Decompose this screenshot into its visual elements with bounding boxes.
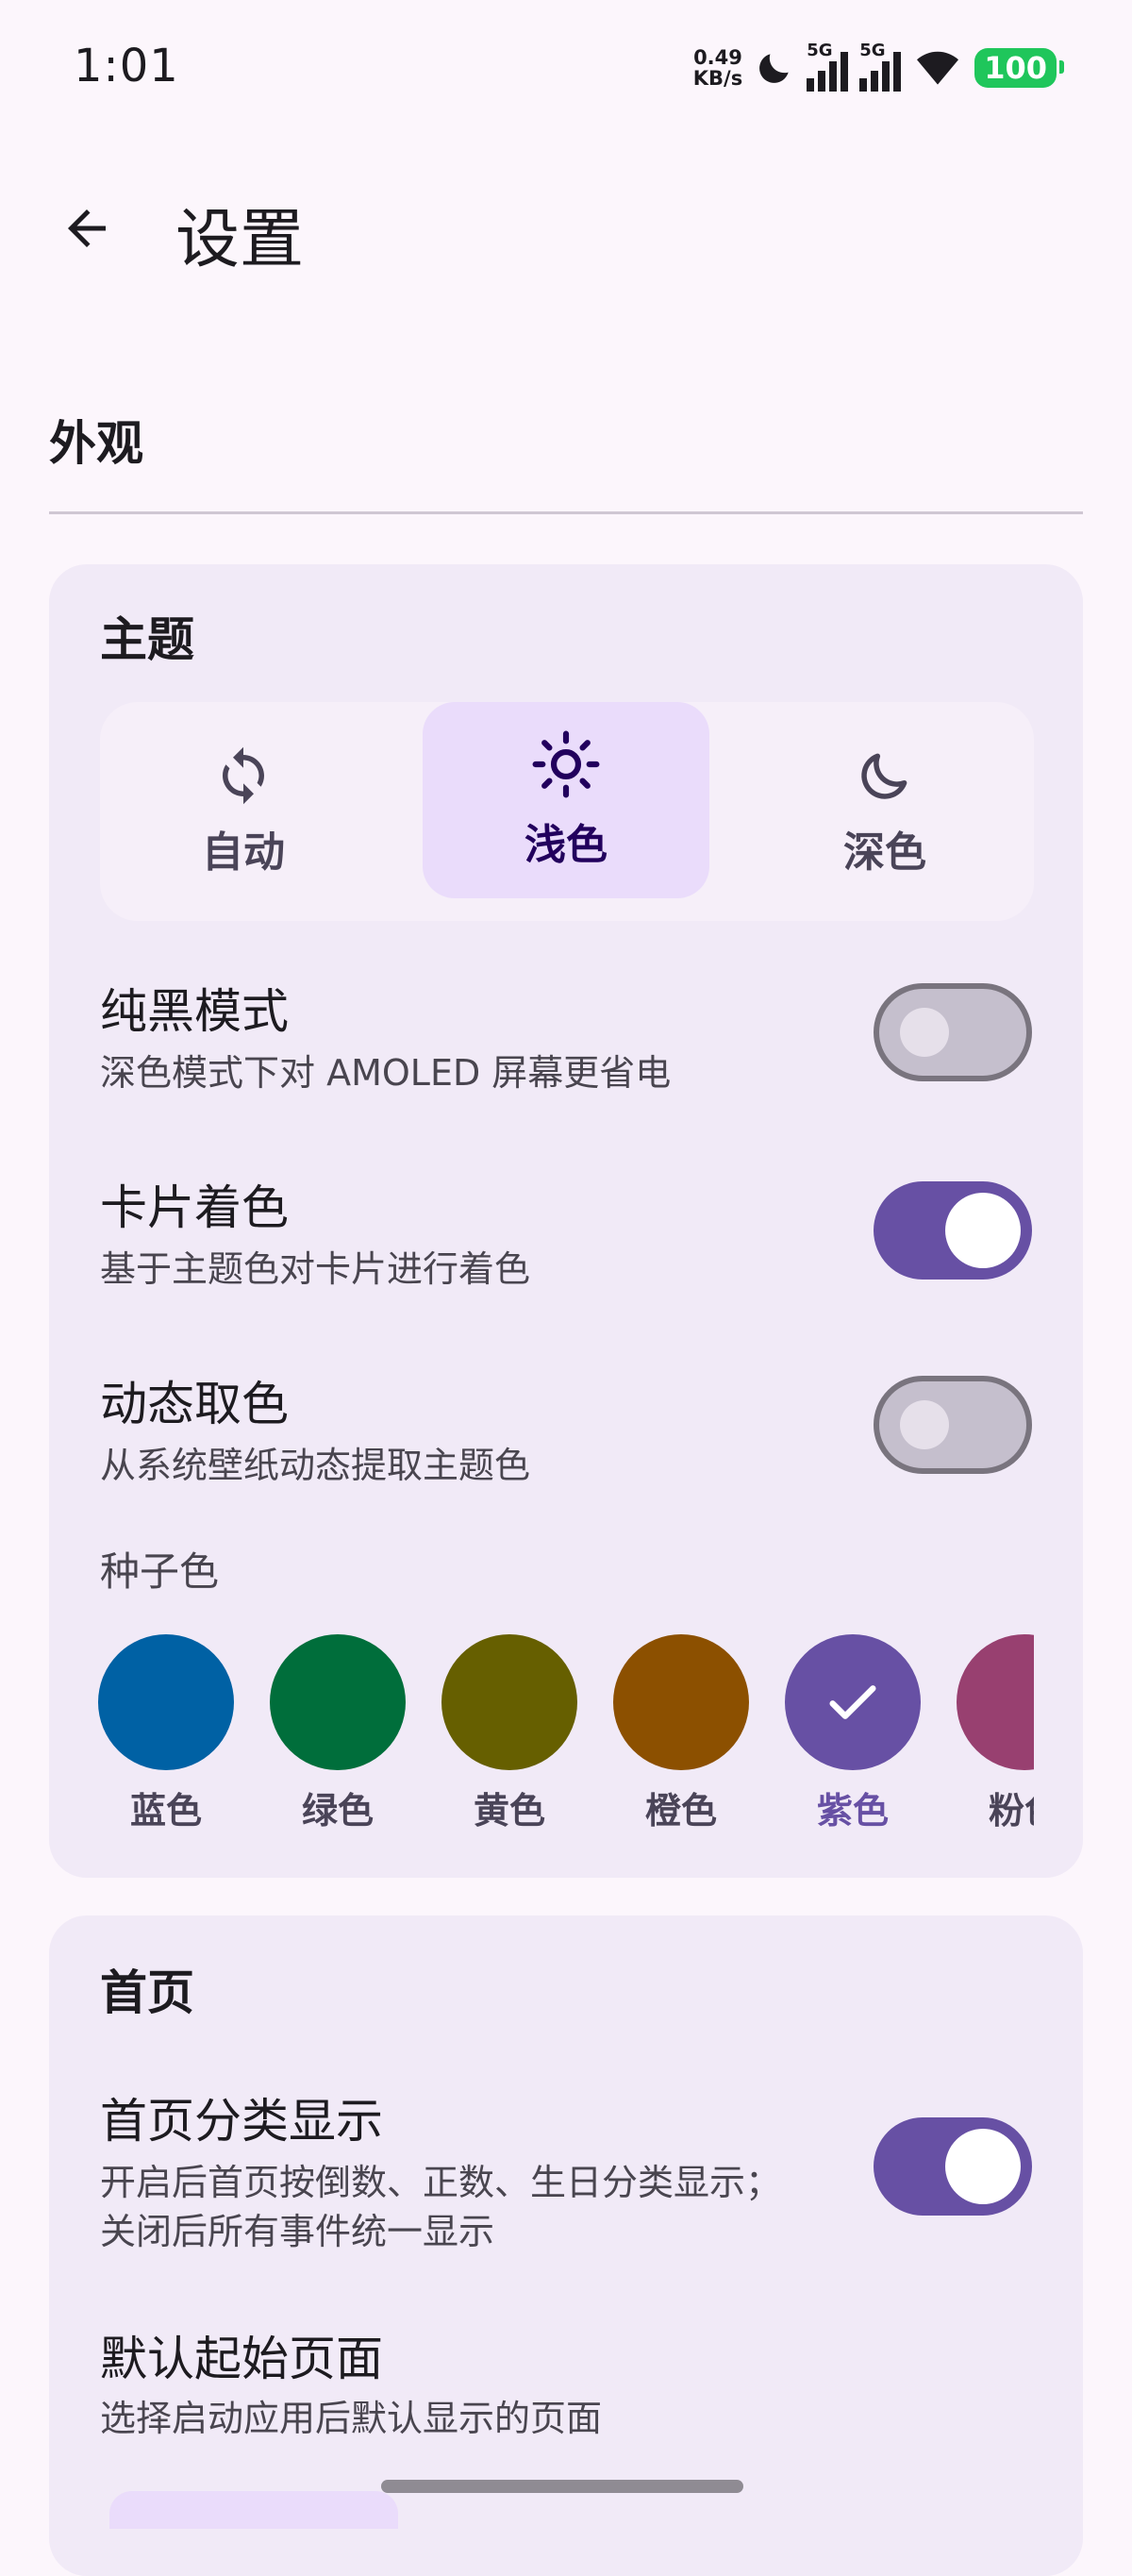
home-title: 首页 xyxy=(100,1965,194,2020)
seed-label-pink: 粉色 xyxy=(988,1790,1034,1832)
check-icon xyxy=(829,1685,876,1719)
default-page-desc: 选择启动应用后默认显示的页面 xyxy=(100,2398,603,2439)
seed-label-yellow: 黄色 xyxy=(473,1790,545,1832)
home-category-desc-line2: 关闭后所有事件统一显示 xyxy=(100,2211,495,2252)
seed-label-purple: 紫色 xyxy=(816,1790,889,1832)
seed-label-green: 绿色 xyxy=(301,1790,374,1832)
seed-swatch-purple[interactable] xyxy=(785,1634,921,1770)
seed-swatch-pink[interactable] xyxy=(957,1634,1034,1770)
default-page-title: 默认起始页面 xyxy=(100,2332,383,2386)
seed-swatch-blue[interactable] xyxy=(98,1634,234,1770)
seed-swatch-orange[interactable] xyxy=(613,1634,749,1770)
home-category-switch[interactable] xyxy=(874,2117,1032,2216)
home-category-title: 首页分类显示 xyxy=(100,2094,383,2149)
default-page-option[interactable] xyxy=(109,2491,398,2529)
seed-label-orange: 橙色 xyxy=(644,1790,717,1832)
gesture-nav-handle[interactable] xyxy=(381,2480,743,2493)
seed-label-blue: 蓝色 xyxy=(129,1790,202,1832)
seed-swatch-yellow[interactable] xyxy=(441,1634,577,1770)
seed-swatch-green[interactable] xyxy=(270,1634,406,1770)
home-category-desc-line1: 开启后首页按倒数、正数、生日分类显示； xyxy=(100,2162,782,2203)
switch-knob xyxy=(945,2129,1021,2204)
